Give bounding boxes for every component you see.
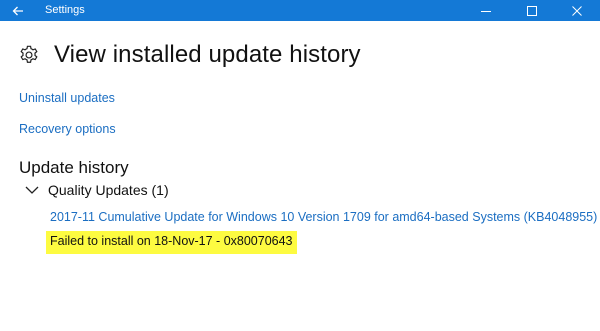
uninstall-updates-link[interactable]: Uninstall updates <box>19 91 115 105</box>
title-bar: Settings <box>0 0 600 21</box>
back-arrow-icon <box>12 6 23 15</box>
recovery-options-link[interactable]: Recovery options <box>19 122 116 136</box>
update-history-heading: Update history <box>19 158 129 177</box>
update-item-link[interactable]: 2017-11 Cumulative Update for Windows 10… <box>50 210 597 224</box>
minimize-icon <box>481 10 491 12</box>
gear-icon <box>20 45 38 63</box>
maximize-button[interactable] <box>509 0 555 21</box>
window-title: Settings <box>45 4 85 16</box>
maximize-icon <box>527 5 537 16</box>
page-header: View installed update history <box>18 40 361 70</box>
close-icon <box>572 5 582 16</box>
update-status-text: Failed to install on 18-Nov-17 - 0x80070… <box>46 231 297 254</box>
page-title: View installed update history <box>54 41 361 68</box>
chevron-down-icon <box>25 186 39 194</box>
minimize-button[interactable] <box>463 0 509 21</box>
quality-updates-label: Quality Updates (1) <box>48 182 169 198</box>
close-button[interactable] <box>554 0 600 21</box>
quality-updates-group-toggle[interactable]: Quality Updates (1) <box>25 181 169 199</box>
back-button[interactable] <box>0 0 36 21</box>
